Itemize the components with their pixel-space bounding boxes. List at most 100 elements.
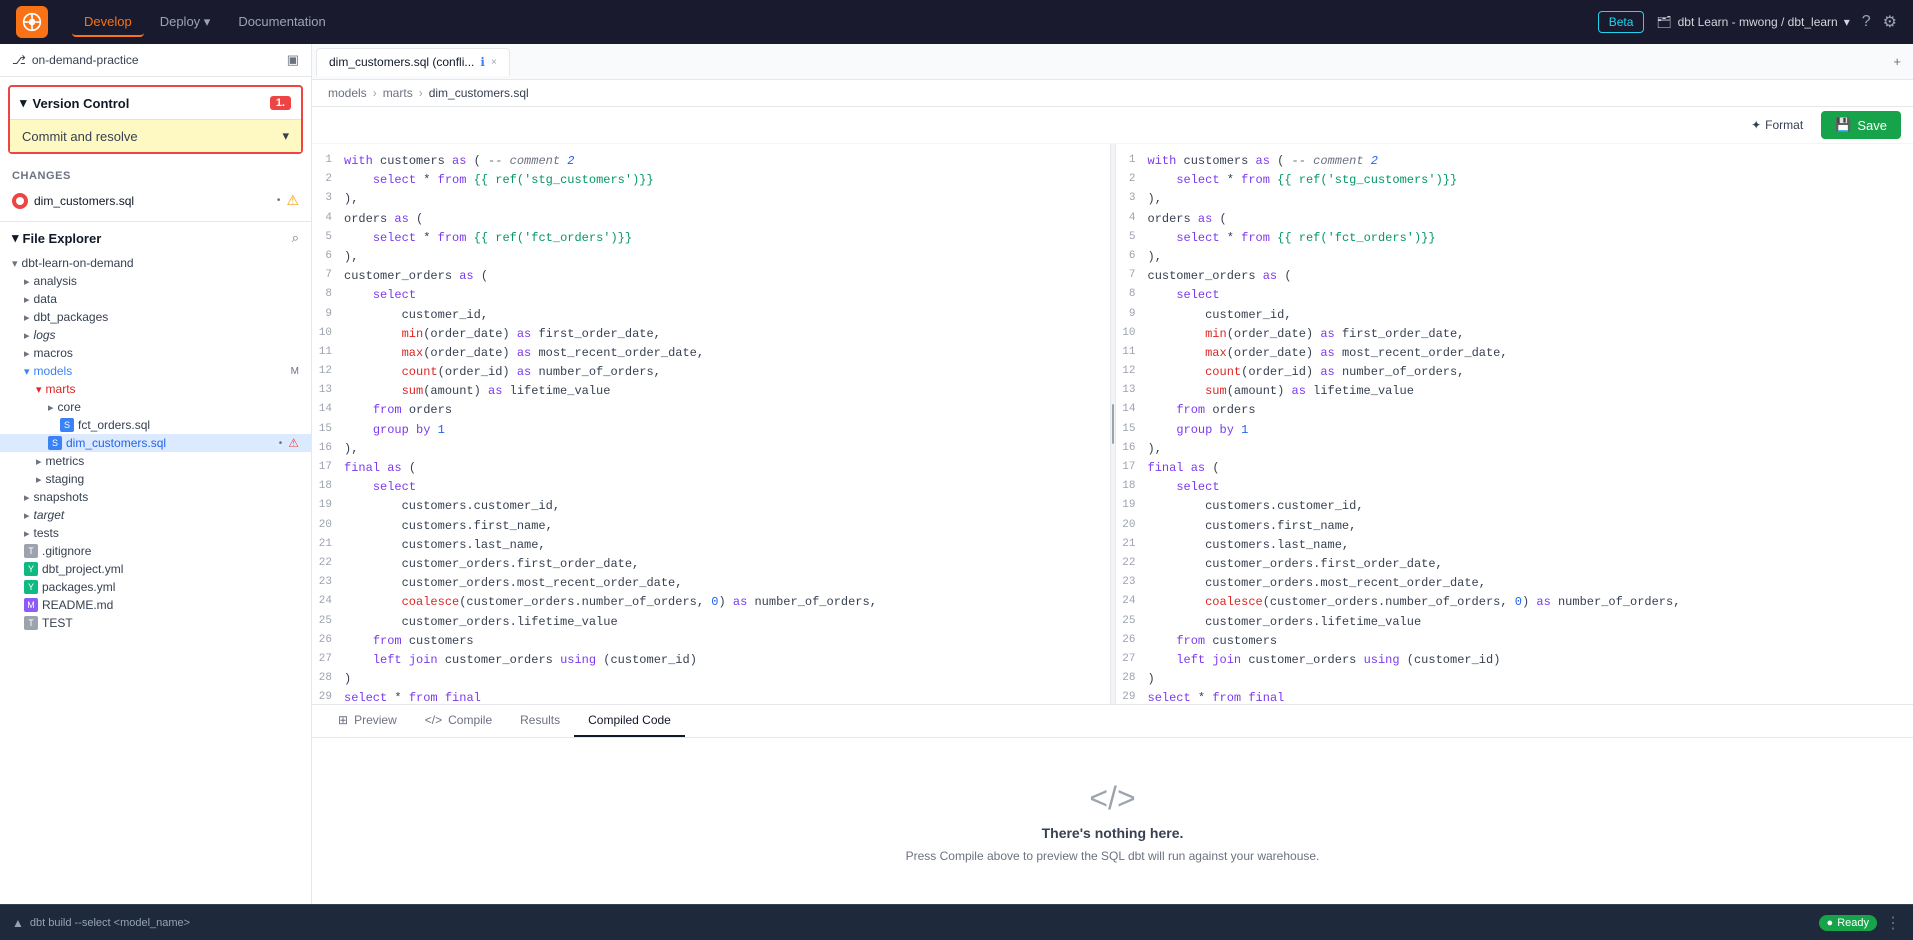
code-line: 26 from customers [1116, 632, 1913, 651]
editor-area: ✦ Format 💾 Save 1with customers as ( -- … [312, 107, 1913, 704]
folder-arrow-icon [24, 311, 30, 324]
nav-documentation[interactable]: Documentation [226, 8, 337, 37]
models-badge: M [291, 366, 299, 377]
change-item[interactable]: dim_customers.sql • ⚠ [12, 188, 299, 213]
line-number: 25 [1116, 613, 1148, 631]
code-line: 24 coalesce(customer_orders.number_of_or… [1116, 593, 1913, 612]
tree-folder-logs[interactable]: logs [0, 326, 311, 344]
ready-dot-icon: ● [1827, 917, 1834, 929]
line-number: 21 [312, 536, 344, 554]
tab-compiled-code[interactable]: Compiled Code [574, 705, 685, 737]
tree-folder-data[interactable]: data [0, 290, 311, 308]
line-content: select * from final [344, 689, 1110, 704]
folder-arrow-icon [36, 473, 42, 486]
tab-close-icon[interactable]: × [491, 57, 497, 68]
chevron-down-icon: ▾ [12, 230, 19, 246]
nav-project[interactable]: 🗂 dbt Learn - mwong / dbt_learn ▾ [1656, 15, 1849, 29]
file-label: dbt_project.yml [42, 562, 123, 576]
line-number: 28 [312, 670, 344, 688]
right-editor-pane[interactable]: 1with customers as ( -- comment 22 selec… [1116, 144, 1913, 704]
tab-preview[interactable]: ⊞ Preview [324, 705, 411, 737]
save-button[interactable]: 💾 Save [1821, 111, 1901, 139]
sidebar: ⎇ on-demand-practice ▣ ▾ Version Control… [0, 44, 312, 904]
new-tab-button[interactable]: + [1885, 50, 1909, 73]
code-line: 10 min(order_date) as first_order_date, [312, 325, 1110, 344]
file-explorer-header[interactable]: ▾ File Explorer ⌕ [0, 222, 311, 254]
compiled-empty-subtitle: Press Compile above to preview the SQL d… [906, 849, 1320, 863]
code-line: 9 customer_id, [1116, 306, 1913, 325]
line-number: 9 [1116, 306, 1148, 324]
line-content: coalesce(customer_orders.number_of_order… [1148, 593, 1913, 612]
help-icon[interactable]: ? [1862, 13, 1871, 31]
folder-arrow-icon [48, 401, 54, 414]
line-number: 11 [1116, 344, 1148, 362]
tree-folder-metrics[interactable]: metrics [0, 452, 311, 470]
folder-arrow-icon [24, 275, 30, 288]
commit-resolve-row[interactable]: Commit and resolve ▾ [10, 119, 301, 152]
tab-results[interactable]: Results [506, 705, 574, 737]
folder-label: analysis [34, 274, 77, 288]
dbt-logo [16, 6, 48, 38]
code-line: 21 customers.last_name, [312, 536, 1110, 555]
line-content: select * from final [1148, 689, 1913, 704]
line-number: 2 [312, 171, 344, 189]
tree-file-test[interactable]: T TEST [0, 614, 311, 632]
breadcrumb-sep-2: › [419, 86, 423, 100]
code-line: 27 left join customer_orders using (cust… [312, 651, 1110, 670]
version-control-title: ▾ Version Control [20, 95, 129, 111]
sidebar-panel-icon[interactable]: ▣ [287, 52, 299, 68]
left-editor-pane[interactable]: 1with customers as ( -- comment 22 selec… [312, 144, 1110, 704]
split-editor: 1with customers as ( -- comment 22 selec… [312, 144, 1913, 704]
breadcrumb-marts[interactable]: marts [383, 86, 413, 100]
nav-deploy[interactable]: Deploy ▾ [148, 8, 223, 37]
settings-icon[interactable]: ⚙ [1883, 12, 1897, 32]
breadcrumb-models[interactable]: models [328, 86, 367, 100]
line-number: 17 [312, 459, 344, 477]
code-line: 15 group by 1 [1116, 421, 1913, 440]
status-ready-badge: ● Ready [1819, 915, 1877, 931]
line-number: 22 [312, 555, 344, 573]
status-more-icon[interactable]: ⋮ [1885, 913, 1901, 933]
code-line: 5 select * from {{ ref('fct_orders')}} [1116, 229, 1913, 248]
line-content: ), [1148, 440, 1913, 459]
code-line: 25 customer_orders.lifetime_value [312, 613, 1110, 632]
version-control-header[interactable]: ▾ Version Control 1. [10, 87, 301, 119]
beta-badge: Beta [1598, 11, 1645, 33]
md-file-icon: M [24, 598, 38, 612]
tab-compile[interactable]: </> Compile [411, 705, 506, 737]
file-explorer-title: ▾ File Explorer [12, 230, 101, 246]
tree-file-fct-orders[interactable]: S fct_orders.sql [0, 416, 311, 434]
tree-folder-root[interactable]: dbt-learn-on-demand [0, 254, 311, 272]
nav-icons: ? ⚙ [1862, 12, 1897, 32]
tree-file-readme[interactable]: M README.md [0, 596, 311, 614]
line-content: customers.first_name, [1148, 517, 1913, 536]
folder-arrow-icon [24, 293, 30, 306]
line-number: 20 [1116, 517, 1148, 535]
tree-folder-core[interactable]: core [0, 398, 311, 416]
tree-folder-models[interactable]: models M [0, 362, 311, 380]
tree-folder-snapshots[interactable]: snapshots [0, 488, 311, 506]
tree-file-dim-customers[interactable]: S dim_customers.sql • ⚠ [0, 434, 311, 452]
nav-links: Develop Deploy ▾ Documentation [72, 8, 338, 37]
line-content: customer_orders.most_recent_order_date, [344, 574, 1110, 593]
tab-dim-customers[interactable]: dim_customers.sql (confli... ℹ × [316, 48, 510, 76]
tree-folder-macros[interactable]: macros [0, 344, 311, 362]
tree-file-gitignore[interactable]: T .gitignore [0, 542, 311, 560]
format-button[interactable]: ✦ Format [1741, 114, 1813, 136]
nav-develop[interactable]: Develop [72, 8, 144, 37]
dbt-logo-icon[interactable] [16, 6, 48, 38]
tree-folder-analysis[interactable]: analysis [0, 272, 311, 290]
tree-folder-staging[interactable]: staging [0, 470, 311, 488]
line-number: 3 [1116, 190, 1148, 208]
line-number: 26 [312, 632, 344, 650]
tree-file-dbt-project-yml[interactable]: Y dbt_project.yml [0, 560, 311, 578]
line-number: 29 [1116, 689, 1148, 704]
line-number: 13 [1116, 382, 1148, 400]
tree-folder-marts[interactable]: marts [0, 380, 311, 398]
tree-file-packages-yml[interactable]: Y packages.yml [0, 578, 311, 596]
tree-folder-dbt-packages[interactable]: dbt_packages [0, 308, 311, 326]
search-icon[interactable]: ⌕ [292, 230, 299, 246]
tree-folder-tests[interactable]: tests [0, 524, 311, 542]
code-line: 25 customer_orders.lifetime_value [1116, 613, 1913, 632]
tree-folder-target[interactable]: target [0, 506, 311, 524]
